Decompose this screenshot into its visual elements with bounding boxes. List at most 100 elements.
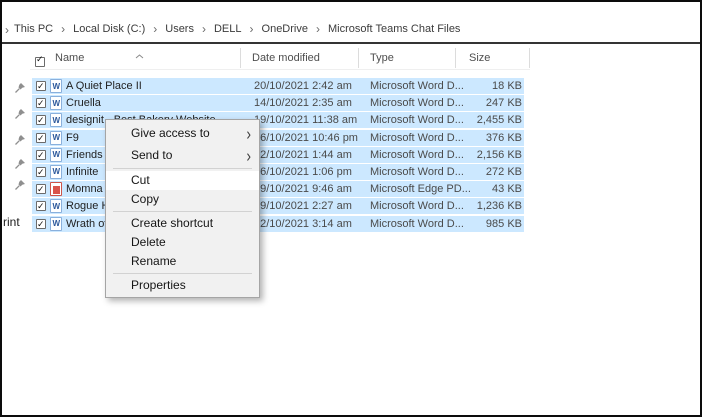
file-name: A Quiet Place II	[66, 78, 142, 94]
file-size: 18 KB	[432, 78, 522, 94]
select-all-checkbox[interactable]: ✓	[35, 57, 45, 67]
pushpin-icon[interactable]	[14, 178, 26, 190]
menu-item-send-to[interactable]: Send to ›	[106, 144, 259, 166]
menu-item-label: Give access to	[131, 126, 210, 140]
column-divider[interactable]	[358, 48, 359, 68]
breadcrumb-item-this-pc[interactable]: This PC	[14, 23, 53, 35]
file-date: 19/10/2021 9:46 am	[254, 181, 352, 197]
menu-separator	[113, 273, 252, 274]
checkmark-icon: ✓	[37, 78, 45, 94]
word-file-icon	[50, 79, 62, 93]
menu-item-rename[interactable]: Rename	[106, 252, 259, 271]
checkmark-icon: ✓	[37, 198, 45, 214]
menu-item-label: Properties	[131, 278, 186, 292]
file-size: 272 KB	[432, 164, 522, 180]
context-menu: Give access to › Send to › Cut Copy Crea…	[105, 119, 260, 298]
column-divider[interactable]	[240, 48, 241, 68]
file-date: 16/10/2021 1:06 pm	[254, 164, 352, 180]
chevron-right-icon: ›	[316, 24, 320, 34]
word-file-icon	[50, 199, 62, 213]
column-header-name[interactable]: Name	[55, 52, 84, 64]
row-checkbox[interactable]: ✓	[36, 115, 46, 125]
word-file-icon	[50, 165, 62, 179]
file-name: Friends	[66, 147, 103, 163]
row-checkbox[interactable]: ✓	[36, 219, 46, 229]
pushpin-icon[interactable]	[14, 133, 26, 145]
sidebar-partial-label[interactable]: rint	[3, 215, 20, 229]
menu-item-label: Delete	[131, 235, 166, 249]
checkmark-icon: ✓	[37, 112, 45, 128]
menu-item-create-shortcut[interactable]: Create shortcut	[106, 214, 259, 233]
column-header-type[interactable]: Type	[370, 52, 394, 64]
pushpin-icon[interactable]	[14, 107, 26, 119]
chevron-right-icon: ›	[5, 23, 9, 37]
row-checkbox[interactable]: ✓	[36, 133, 46, 143]
menu-item-cut[interactable]: Cut	[106, 171, 259, 190]
column-divider[interactable]	[455, 48, 456, 68]
breadcrumb-item-teams-chat-files[interactable]: Microsoft Teams Chat Files	[328, 23, 460, 35]
breadcrumb-item-dell[interactable]: DELL	[214, 23, 242, 35]
row-checkbox[interactable]: ✓	[36, 98, 46, 108]
checkmark-icon: ✓	[37, 147, 45, 163]
breadcrumb-item-onedrive[interactable]: OneDrive	[262, 23, 308, 35]
file-date: 19/10/2021 2:27 am	[254, 198, 352, 214]
checkmark-icon: ✓	[37, 181, 45, 197]
pushpin-icon[interactable]	[14, 157, 26, 169]
chevron-right-icon: ›	[202, 24, 206, 34]
menu-separator	[113, 211, 252, 212]
checkmark-icon: ✓	[37, 216, 45, 232]
word-file-icon	[50, 148, 62, 162]
file-explorer-window: › This PC › Local Disk (C:) › Users › DE…	[0, 0, 702, 417]
menu-separator	[113, 168, 252, 169]
file-row[interactable]: ✓ A Quiet Place II 20/10/2021 2:42 am Mi…	[32, 78, 524, 94]
breadcrumb-item-local-disk[interactable]: Local Disk (C:)	[73, 23, 145, 35]
file-date: 19/10/2021 11:38 am	[254, 112, 357, 128]
menu-item-properties[interactable]: Properties	[106, 276, 259, 295]
file-name: Momna	[66, 181, 103, 197]
row-checkbox[interactable]: ✓	[36, 201, 46, 211]
row-checkbox[interactable]: ✓	[36, 184, 46, 194]
row-checkbox[interactable]: ✓	[36, 167, 46, 177]
file-date: 12/10/2021 1:44 am	[254, 147, 352, 163]
word-file-icon	[50, 96, 62, 110]
menu-item-label: Cut	[131, 173, 150, 187]
breadcrumb: This PC › Local Disk (C:) › Users › DELL…	[14, 21, 460, 37]
column-header-size[interactable]: Size	[469, 52, 490, 64]
file-name: Wrath of	[66, 216, 107, 232]
word-file-icon	[50, 131, 62, 145]
file-row[interactable]: ✓ Cruella 14/10/2021 2:35 am Microsoft W…	[32, 95, 524, 111]
pdf-file-icon	[50, 182, 62, 196]
menu-item-label: Rename	[131, 254, 176, 268]
word-file-icon	[50, 113, 62, 127]
file-size: 1,236 KB	[432, 198, 522, 214]
menu-item-label: Create shortcut	[131, 216, 213, 230]
file-date: 16/10/2021 10:46 pm	[254, 130, 358, 146]
header-divider	[30, 69, 530, 70]
file-date: 14/10/2021 2:35 am	[254, 95, 352, 111]
column-divider[interactable]	[529, 48, 530, 68]
file-size: 2,156 KB	[432, 147, 522, 163]
breadcrumb-item-users[interactable]: Users	[165, 23, 194, 35]
file-name: Rogue H	[66, 198, 109, 214]
file-size: 985 KB	[432, 216, 522, 232]
checkmark-icon: ✓	[37, 95, 45, 111]
chevron-right-icon: ›	[250, 24, 254, 34]
menu-item-label: Send to	[131, 148, 172, 162]
checkmark-icon: ✓	[37, 130, 45, 146]
file-size: 2,455 KB	[432, 112, 522, 128]
pushpin-icon[interactable]	[14, 81, 26, 93]
file-size: 43 KB	[432, 181, 522, 197]
column-header-date-modified[interactable]: Date modified	[252, 52, 320, 64]
sort-ascending-icon[interactable]	[135, 46, 144, 64]
checkmark-icon: ✓	[37, 164, 45, 180]
menu-item-copy[interactable]: Copy	[106, 190, 259, 209]
file-name: F9	[66, 130, 79, 146]
row-checkbox[interactable]: ✓	[36, 150, 46, 160]
menu-item-label: Copy	[131, 192, 159, 206]
checkmark-icon: ✓	[36, 54, 44, 65]
menu-item-delete[interactable]: Delete	[106, 233, 259, 252]
word-file-icon	[50, 217, 62, 231]
menu-item-give-access-to[interactable]: Give access to ›	[106, 122, 259, 144]
row-checkbox[interactable]: ✓	[36, 81, 46, 91]
submenu-arrow-icon: ›	[246, 141, 251, 169]
